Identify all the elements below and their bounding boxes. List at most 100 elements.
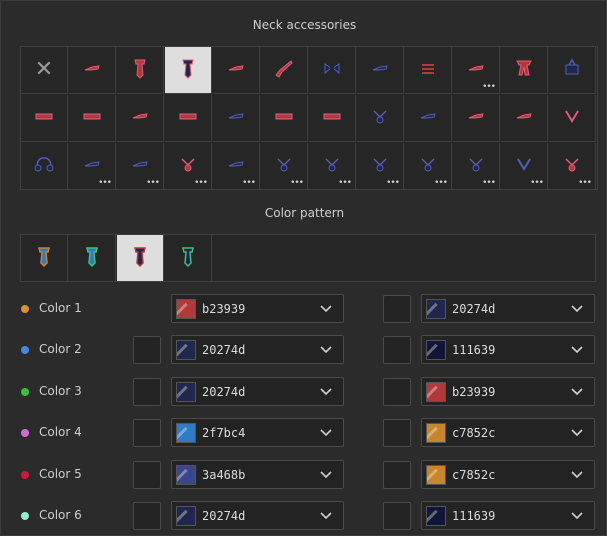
secondary-color-dropdown[interactable]: c7852c [421, 418, 595, 447]
link-secondary-color-checkbox[interactable] [383, 461, 411, 489]
neck-accessory-item[interactable]: ••• [213, 143, 260, 190]
neck-accessory-item[interactable] [309, 95, 356, 142]
primary-color-dropdown[interactable]: b23939 [171, 294, 344, 323]
more-variants-icon: ••• [194, 178, 208, 188]
neck-accessory-item[interactable] [501, 95, 548, 142]
primary-color-dropdown[interactable]: 2f7bc4 [171, 418, 344, 447]
neck-accessory-item[interactable] [357, 47, 404, 94]
neck-item-icon [223, 103, 249, 133]
color-indicator-dot [21, 512, 29, 520]
chevron-down-icon [320, 471, 332, 479]
color-hex-value: 20274d [202, 343, 246, 357]
tie-pattern-icon [127, 243, 153, 273]
link-secondary-color-checkbox[interactable] [383, 295, 411, 323]
neck-accessory-item[interactable]: ••• [69, 143, 116, 190]
more-variants-icon: ••• [146, 178, 160, 188]
link-color-checkbox[interactable] [133, 502, 161, 530]
color-row: Color 6 20274d 111639 [1, 501, 607, 531]
link-secondary-color-checkbox[interactable] [383, 502, 411, 530]
neck-accessory-item[interactable]: ••• [501, 143, 548, 190]
neck-accessory-item[interactable] [261, 47, 308, 94]
neck-accessory-item[interactable]: ••• [453, 143, 500, 190]
neck-accessory-item[interactable] [21, 143, 68, 190]
neck-accessory-item[interactable]: ••• [165, 143, 212, 190]
neck-accessory-item[interactable] [261, 95, 308, 142]
neck-accessory-item[interactable]: ••• [309, 143, 356, 190]
neck-accessory-item[interactable] [117, 95, 164, 142]
color-row: Color 4 2f7bc4 c7852c [1, 418, 607, 448]
chevron-down-icon [320, 388, 332, 396]
color-pattern-item[interactable] [69, 235, 116, 282]
neck-accessory-item[interactable] [213, 47, 260, 94]
secondary-color-dropdown[interactable]: 111639 [421, 501, 595, 530]
secondary-color-dropdown[interactable]: b23939 [421, 377, 595, 406]
more-variants-icon: ••• [98, 178, 112, 188]
neck-accessory-item[interactable] [165, 47, 212, 94]
color-pattern-item[interactable] [117, 235, 164, 282]
primary-color-dropdown[interactable]: 20274d [171, 335, 344, 364]
link-secondary-color-checkbox[interactable] [383, 336, 411, 364]
neck-accessory-item[interactable] [405, 95, 452, 142]
more-variants-icon: ••• [242, 178, 256, 188]
primary-color-dropdown[interactable]: 20274d [171, 501, 344, 530]
pendant-icon [367, 103, 393, 133]
neck-accessory-item[interactable] [165, 95, 212, 142]
secondary-color-dropdown[interactable]: 111639 [421, 335, 595, 364]
color-swatch [426, 299, 446, 319]
neck-accessory-item[interactable] [357, 95, 404, 142]
tie-pattern-icon [175, 243, 201, 273]
neck-accessory-item[interactable] [549, 47, 596, 94]
tie-pattern-icon [31, 243, 57, 273]
neck-accessory-item[interactable] [309, 47, 356, 94]
neck-accessory-item[interactable] [453, 95, 500, 142]
primary-color-dropdown[interactable]: 20274d [171, 377, 344, 406]
pendant-icon [79, 151, 105, 181]
link-color-checkbox[interactable] [133, 378, 161, 406]
color-row: Color 2 20274d 111639 [1, 335, 607, 365]
color-indicator-dot [21, 346, 29, 354]
neck-accessory-item[interactable] [117, 47, 164, 94]
none-x-icon: ✕ [34, 57, 54, 82]
neck-accessory-item[interactable]: ••• [549, 143, 596, 190]
neck-accessory-item[interactable]: ✕ [21, 47, 68, 94]
link-color-checkbox[interactable] [133, 336, 161, 364]
neck-accessory-item[interactable] [501, 47, 548, 94]
link-secondary-color-checkbox[interactable] [383, 378, 411, 406]
chevron-down-icon [571, 388, 583, 396]
neck-accessory-item[interactable] [549, 95, 596, 142]
pendant-icon [367, 151, 393, 181]
color-pattern-item[interactable] [165, 235, 212, 282]
chevron-down-icon [320, 512, 332, 520]
color-hex-value: 111639 [452, 509, 496, 523]
neck-accessory-item[interactable] [405, 47, 452, 94]
neck-item-icon [271, 103, 297, 133]
primary-color-dropdown[interactable]: 3a468b [171, 460, 344, 489]
neck-accessory-item[interactable]: ••• [357, 143, 404, 190]
secondary-color-dropdown[interactable]: 20274d [421, 294, 595, 323]
neck-accessory-item[interactable]: ••• [117, 143, 164, 190]
link-color-checkbox[interactable] [133, 419, 161, 447]
secondary-color-dropdown[interactable]: c7852c [421, 460, 595, 489]
color-row: Color 3 20274d b23939 [1, 377, 607, 407]
color-hex-value: c7852c [452, 468, 496, 482]
color-hex-value: 20274d [202, 385, 246, 399]
neck-accessory-item[interactable] [21, 95, 68, 142]
color-hex-value: 111639 [452, 343, 496, 357]
neck-accessory-item[interactable]: ••• [453, 47, 500, 94]
neck-accessory-item[interactable] [213, 95, 260, 142]
neck-accessory-item[interactable] [69, 47, 116, 94]
pendant-icon [223, 151, 249, 181]
color-pattern-item[interactable] [21, 235, 68, 282]
necklace-icon [559, 103, 585, 133]
neck-accessory-item[interactable] [69, 95, 116, 142]
color-row: Color 1 b23939 20274d [1, 294, 607, 324]
color-indicator-dot [21, 471, 29, 479]
neck-accessory-item[interactable]: ••• [405, 143, 452, 190]
link-secondary-color-checkbox[interactable] [383, 419, 411, 447]
pendant-icon [319, 151, 345, 181]
bag-icon [559, 55, 585, 85]
color-swatch [426, 465, 446, 485]
neck-accessories-grid: ✕ ••• ••• ••• ••• ••• ••• ••• ••• ••• ••• ••• ••• [20, 46, 598, 190]
link-color-checkbox[interactable] [133, 461, 161, 489]
neck-accessory-item[interactable]: ••• [261, 143, 308, 190]
